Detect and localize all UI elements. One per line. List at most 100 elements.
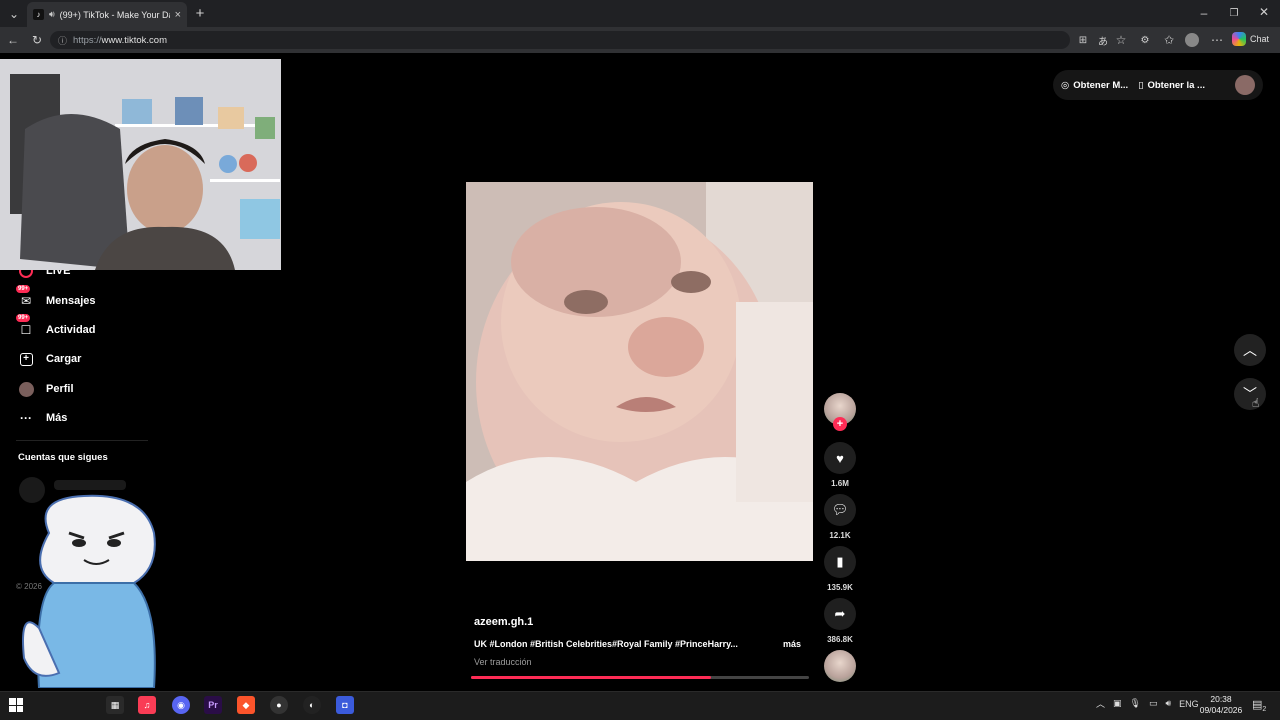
like-count: 1.6M xyxy=(831,479,849,488)
translate-icon[interactable]: あ xyxy=(1096,33,1110,48)
restore-icon[interactable]: ❐ xyxy=(1226,6,1242,20)
bookmark-icon: ▮ xyxy=(836,554,844,569)
comment-count: 12.1K xyxy=(829,531,851,540)
sidebar-item-label: Mensajes xyxy=(46,295,96,307)
tiktok-favicon-icon: ♪ xyxy=(33,9,44,20)
share-icon: ➦ xyxy=(834,606,846,621)
phone-icon: ▯ xyxy=(1138,79,1144,91)
get-app-label: Obtener la ... xyxy=(1147,79,1205,91)
video-progress-bar[interactable] xyxy=(471,676,809,679)
webcam-feed-image xyxy=(0,59,281,270)
tray-app-icon[interactable]: ▣ xyxy=(1113,698,1122,709)
favorite-star-icon[interactable]: ☆ xyxy=(1114,33,1128,47)
caption-more-button[interactable]: más xyxy=(783,639,801,649)
sidebar-item-profile[interactable]: Perfil xyxy=(18,381,74,397)
more-icon: ··· xyxy=(20,411,32,425)
url-host: www.tiktok.com xyxy=(101,34,167,46)
obs-app-icon[interactable]: ● xyxy=(270,696,288,714)
url-protocol: https:// xyxy=(73,34,102,46)
webcam-overlay xyxy=(0,59,281,270)
coin-icon: ◎ xyxy=(1061,79,1070,91)
sidebar-divider xyxy=(16,440,148,441)
mouse-cursor-icon: ☝ xyxy=(1252,396,1260,410)
sidebar-item-label: Más xyxy=(46,412,68,424)
profile-icon xyxy=(18,381,34,397)
share-button[interactable]: ➦ xyxy=(824,598,856,630)
video-progress-fill xyxy=(471,676,711,679)
notification-badge: 99+ xyxy=(16,285,31,293)
music-app-icon[interactable]: ♫ xyxy=(138,696,156,714)
brave-app-icon[interactable]: ◆ xyxy=(237,696,255,714)
notification-icon: ▤ xyxy=(1252,699,1263,711)
streamer-avatar-sticker xyxy=(22,494,156,688)
follow-plus-icon[interactable]: + xyxy=(833,417,847,431)
next-video-button[interactable]: ﹀ xyxy=(1234,378,1266,410)
see-translation-link[interactable]: Ver traducción xyxy=(474,657,532,667)
upload-icon: + xyxy=(18,351,34,367)
sidebar-item-label: Cargar xyxy=(46,353,82,365)
sidebar-item-label: Actividad xyxy=(46,324,96,336)
heart-icon: ♥ xyxy=(836,450,844,466)
minimize-icon[interactable]: – xyxy=(1196,6,1212,20)
sidebar-item-messages[interactable]: ✉ 99+ Mensajes xyxy=(16,285,96,309)
volume-icon[interactable]: 🔊︎ xyxy=(1165,698,1171,709)
video-frame-image xyxy=(466,182,813,561)
sidebar-item-more[interactable]: ··· Más xyxy=(18,410,67,426)
activity-icon: ☐ 99+ xyxy=(16,314,32,337)
store-app-icon[interactable]: ▦ xyxy=(106,696,124,714)
following-heading: Cuentas que sigues xyxy=(18,452,108,463)
video-caption: UK #London #British Celebrities#Royal Fa… xyxy=(474,639,738,649)
back-icon[interactable]: ← xyxy=(5,33,21,47)
music-disc-avatar[interactable] xyxy=(824,650,856,682)
video-author[interactable]: azeem.gh.1 xyxy=(474,616,533,628)
network-icon[interactable]: ▭ xyxy=(1149,698,1158,709)
site-info-icon[interactable]: ⓘ xyxy=(58,34,67,47)
taskbar-clock[interactable]: 20:38 09/04/2026 xyxy=(1196,694,1246,716)
chevron-up-icon: ︿ xyxy=(1243,342,1257,358)
get-app-button[interactable]: ▯ Obtener la ... xyxy=(1138,80,1205,91)
get-actions-pill: ◎ Obtener M... ▯ Obtener la ... xyxy=(1053,70,1263,100)
notification-badge: 99+ xyxy=(16,314,31,322)
extensions-icon[interactable]: ⚙ xyxy=(1138,33,1152,47)
chat-label: Chat xyxy=(1250,34,1270,44)
tab-title: (99+) TikTok - Make Your Day xyxy=(59,9,170,20)
microphone-icon[interactable]: 🎙︎ xyxy=(1130,698,1141,709)
app-available-icon[interactable]: ⊞ xyxy=(1076,33,1090,47)
user-avatar[interactable] xyxy=(1235,75,1255,95)
previous-video-button[interactable]: ︿ xyxy=(1234,334,1266,366)
generic-app-icon[interactable]: ◘ xyxy=(336,696,354,714)
save-count: 135.9K xyxy=(827,583,853,592)
recording-app-icon[interactable]: ◐ xyxy=(303,696,321,714)
new-tab-button[interactable]: + xyxy=(192,5,208,22)
tab-close-icon[interactable]: × xyxy=(175,9,181,21)
sidebar-item-activity[interactable]: ☐ 99+ Actividad xyxy=(16,314,96,338)
close-icon[interactable]: ✕ xyxy=(1256,5,1272,19)
copilot-chat-button[interactable]: Chat xyxy=(1232,32,1269,46)
video-player[interactable] xyxy=(466,182,813,561)
clock-date: 09/04/2026 xyxy=(1199,705,1243,715)
comment-button[interactable]: 💬︎ xyxy=(824,494,856,526)
profile-avatar-icon[interactable] xyxy=(1185,33,1199,47)
get-coins-button[interactable]: ◎ Obtener M... xyxy=(1061,80,1128,91)
windows-start-icon[interactable] xyxy=(9,698,23,712)
browser-tab-active[interactable]: ♪ 🔊︎ (99+) TikTok - Make Your Day × xyxy=(27,2,187,27)
url-field[interactable]: ⓘ https://www.tiktok.com xyxy=(50,31,1070,49)
clock-time: 20:38 xyxy=(1210,694,1232,704)
browser-menu-icon[interactable]: ⋯ xyxy=(1210,33,1224,47)
sidebar-item-label: Perfil xyxy=(46,383,74,395)
windows-taskbar xyxy=(0,691,1280,720)
tray-expand-icon[interactable]: ︿ xyxy=(1096,697,1105,710)
reload-icon[interactable]: ↻ xyxy=(29,33,45,47)
notifications-button[interactable]: ▤2 xyxy=(1252,698,1266,713)
tab-menu-icon[interactable]: ⌄ xyxy=(6,6,22,22)
favorites-icon[interactable]: ✩ xyxy=(1162,33,1176,47)
save-button[interactable]: ▮ xyxy=(824,546,856,578)
speaker-icon[interactable]: 🔊︎ xyxy=(49,9,55,20)
share-count: 386.8K xyxy=(827,635,853,644)
discord-app-icon[interactable]: ◉ xyxy=(172,696,190,714)
premiere-app-icon[interactable]: Pr xyxy=(204,696,222,714)
sidebar-item-upload[interactable]: + Cargar xyxy=(18,351,81,367)
like-button[interactable]: ♥ xyxy=(824,442,856,474)
message-icon: ✉ 99+ xyxy=(16,285,32,308)
comment-icon: 💬︎ xyxy=(831,502,849,517)
